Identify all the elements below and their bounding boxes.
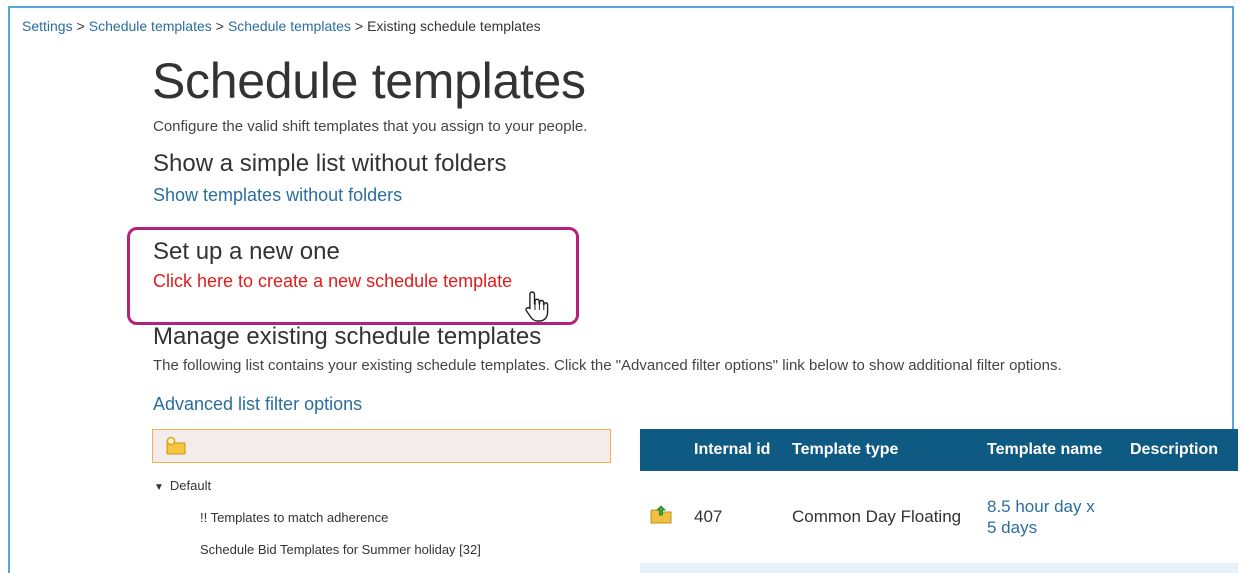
breadcrumb-separator: > — [215, 18, 224, 34]
folder-arrow-icon[interactable] — [650, 505, 672, 525]
column-internal-id[interactable]: Internal id — [694, 441, 770, 459]
column-template-name[interactable]: Template name — [987, 441, 1102, 459]
manage-heading: Manage existing schedule templates — [153, 323, 542, 350]
folder-selector[interactable] — [152, 429, 611, 463]
create-new-schedule-template-link[interactable]: Click here to create a new schedule temp… — [153, 271, 512, 292]
new-one-heading: Set up a new one — [153, 238, 340, 265]
breadcrumb-settings[interactable]: Settings — [22, 18, 73, 34]
breadcrumb-separator: > — [354, 18, 364, 34]
show-templates-without-folders-link[interactable]: Show templates without folders — [153, 185, 402, 206]
template-name-line-2[interactable]: 5 days — [987, 517, 1095, 538]
cell-template-type: Common Day Floating — [792, 507, 962, 526]
breadcrumb-current: Existing schedule templates — [367, 18, 541, 34]
simple-list-heading: Show a simple list without folders — [153, 150, 507, 177]
table-row[interactable]: 407 Common Day Floating 8.5 hour day x 5… — [640, 471, 1238, 563]
page-title: Schedule templates — [152, 53, 586, 109]
table-row-next — [640, 563, 1238, 573]
tree-node-templates-adherence[interactable]: !! Templates to match adherence — [200, 510, 388, 525]
tree-node-schedule-bid[interactable]: Schedule Bid Templates for Summer holida… — [200, 542, 481, 557]
template-name-line-1[interactable]: 8.5 hour day x — [987, 496, 1095, 517]
breadcrumb-separator: > — [76, 18, 85, 34]
hand-cursor-icon — [525, 291, 549, 322]
manage-description: The following list contains your existin… — [153, 357, 1062, 374]
column-description[interactable]: Description — [1130, 441, 1218, 459]
caret-down-icon[interactable]: ▼ — [154, 482, 164, 493]
column-template-type[interactable]: Template type — [792, 441, 898, 459]
templates-table: Internal id Template type Template name … — [640, 429, 1238, 573]
page-subtitle: Configure the valid shift templates that… — [153, 118, 588, 135]
breadcrumb: Settings > Schedule templates > Schedule tem… — [22, 18, 541, 34]
breadcrumb-schedule-templates-2[interactable]: Schedule templates — [228, 18, 351, 34]
tree-node-default[interactable]: ▼ Default — [154, 478, 211, 493]
table-header: Internal id Template type Template name … — [640, 429, 1238, 471]
breadcrumb-schedule-templates[interactable]: Schedule templates — [89, 18, 212, 34]
cell-template-name[interactable]: 8.5 hour day x 5 days — [987, 496, 1095, 538]
advanced-filter-link[interactable]: Advanced list filter options — [153, 394, 362, 415]
cell-internal-id: 407 — [694, 507, 723, 526]
new-folder-icon[interactable] — [165, 436, 187, 456]
tree-node-label: Default — [169, 478, 212, 493]
